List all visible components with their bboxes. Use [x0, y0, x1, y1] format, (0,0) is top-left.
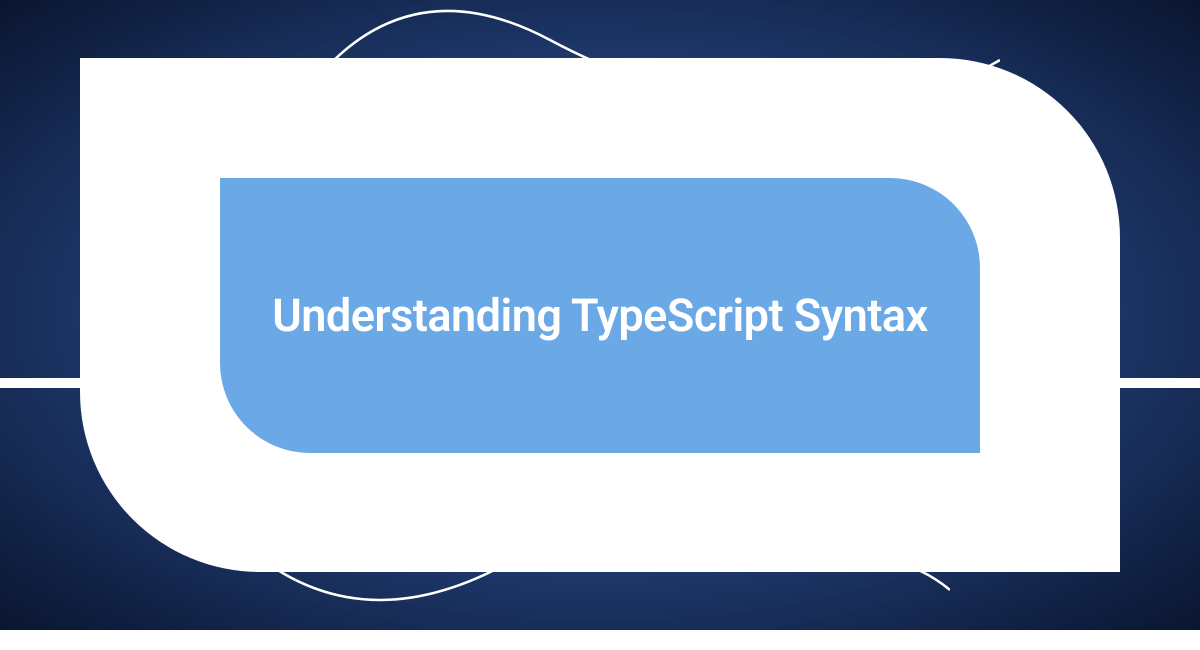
accent-line-right	[1120, 378, 1200, 388]
inner-panel: Understanding TypeScript Syntax	[220, 178, 980, 453]
hero-title: Understanding TypeScript Syntax	[272, 289, 928, 342]
accent-line-left	[0, 378, 80, 388]
